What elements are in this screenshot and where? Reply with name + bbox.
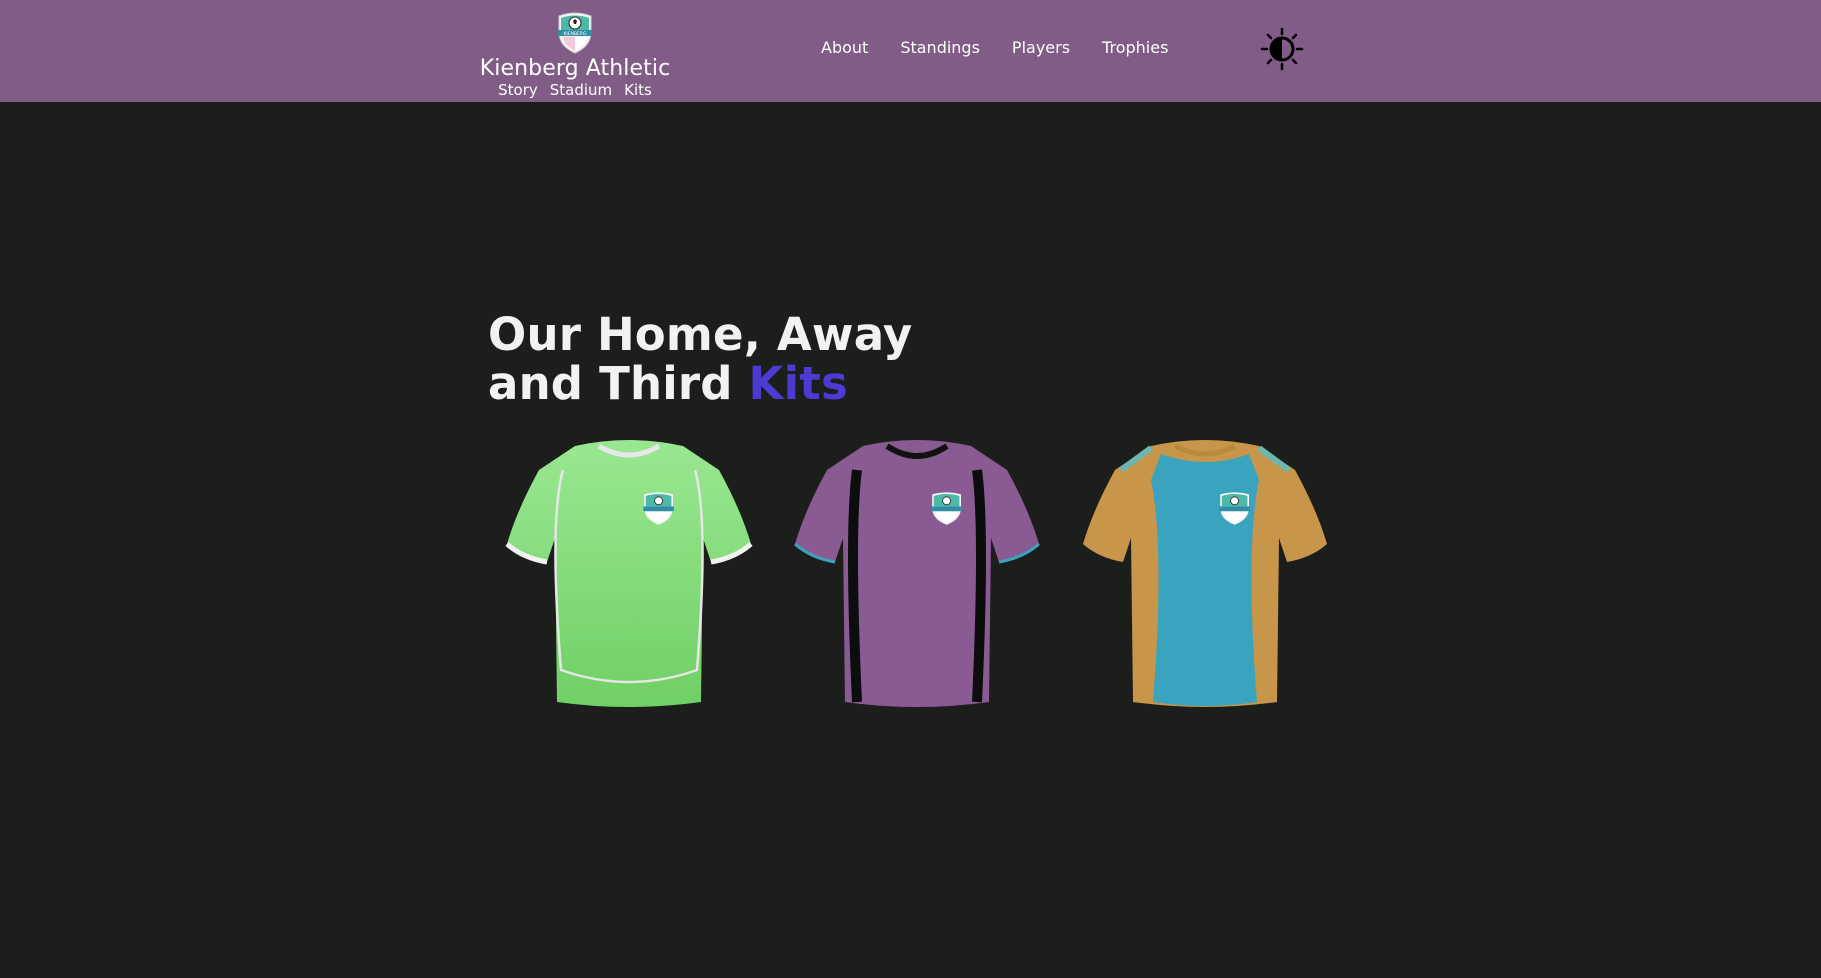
crest-text: KIENBERG [563,31,587,37]
brand-subnav: Story Stadium Kits [475,82,675,99]
third-kit-image[interactable] [1081,440,1329,712]
main-nav: About Standings Players Trophies [821,38,1168,57]
heading-line-2: and Third [488,357,733,410]
site-header: KIENBERG Kienberg Athletic Story Stadium… [0,0,1821,102]
subnav-stadium-link[interactable]: Stadium [550,82,612,99]
kits-gallery [505,440,1329,712]
kits-heading: Our Home, Away and Third Kits [488,310,912,408]
subnav-story-link[interactable]: Story [498,82,538,99]
nav-about-link[interactable]: About [821,38,868,57]
brand: KIENBERG Kienberg Athletic Story Stadium… [475,12,675,99]
club-crest-icon[interactable]: KIENBERG [553,12,597,54]
heading-line-1: Our Home, Away [488,308,913,361]
theme-toggle-icon[interactable] [1260,27,1304,71]
subnav-kits-link[interactable]: Kits [624,82,652,99]
home-kit-image[interactable] [505,440,753,712]
brand-name[interactable]: Kienberg Athletic [475,56,675,82]
heading-accent: Kits [748,357,848,410]
away-kit-image[interactable] [793,440,1041,712]
nav-standings-link[interactable]: Standings [900,38,980,57]
nav-trophies-link[interactable]: Trophies [1102,38,1168,57]
nav-players-link[interactable]: Players [1012,38,1070,57]
